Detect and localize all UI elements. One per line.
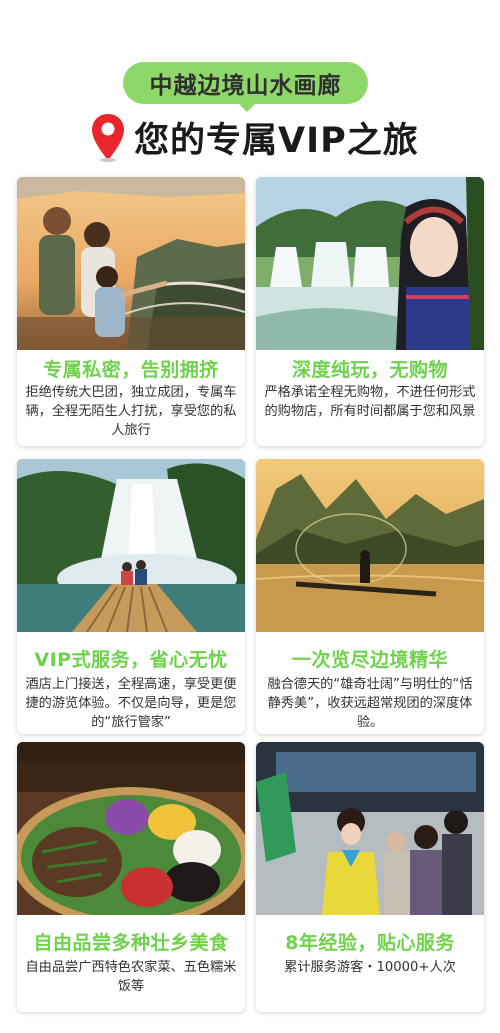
family-viewpoint-photo: [17, 177, 245, 350]
feature-card-no-shopping: 深度纯玩，无购物 严格承诺全程无购物，不进任何形式的购物店，所有时间都属于您和风…: [256, 177, 484, 446]
location-pin-icon: [92, 114, 124, 162]
karst-river-fisherman-photo: [256, 459, 484, 632]
bamboo-raft-waterfall-photo: [17, 459, 245, 632]
feature-card-experience: 8年经验，贴心服务 累计服务游客・10000+人次: [256, 742, 484, 1012]
tour-guide-group-photo: [256, 742, 484, 915]
card-description: 融合德天的“雄奇壮阔”与明仕的“恬静秀美”，收获远超常规团的深度体验。: [267, 677, 473, 730]
banner-label: 中越边境山水画廊: [123, 62, 368, 104]
card-description: 严格承诺全程无购物，不进任何形式的购物店，所有时间都属于您和风景: [264, 385, 476, 419]
card-title: 深度纯玩，无购物: [291, 359, 448, 381]
feature-card-private: 专属私密，告别拥挤 拒绝传统大巴团，独立成团，专属车辆，全程无陌生人打扰，享受您…: [17, 177, 245, 446]
card-title: 专属私密，告别拥挤: [43, 359, 219, 381]
card-description: 酒店上门接送，全程高速，享受更便捷的游览体验。不仅是向导，更是您的“旅行管家”: [25, 677, 237, 730]
card-description: 拒绝传统大巴团，独立成团，专属车辆，全程无陌生人打扰，享受您的私人旅行: [25, 385, 237, 438]
card-title: 8年经验，贴心服务: [285, 932, 455, 954]
feature-card-border-highlights: 一次览尽边境精华 融合德天的“雄奇壮阔”与明仕的“恬静秀美”，收获远超常规团的深…: [256, 459, 484, 734]
feature-card-vip-service: VIP式服务，省心无忧 酒店上门接送，全程高速，享受更便捷的游览体验。不仅是向导…: [17, 459, 245, 734]
waterfall-portrait-photo: [256, 177, 484, 350]
page-title: 您的专属VIP之旅: [134, 120, 419, 161]
title-row: 您的专属VIP之旅: [90, 112, 419, 162]
card-title: 自由品尝多种壮乡美食: [33, 932, 229, 954]
card-title: VIP式服务，省心无忧: [34, 649, 228, 671]
feature-card-local-food: 自由品尝多种壮乡美食 自由品尝广西特色农家菜、五色糯米饭等: [17, 742, 245, 1012]
card-description: 累计服务游客・10000+人次: [284, 960, 456, 975]
header: 中越边境山水画廊 您的专属VIP之旅: [0, 0, 500, 175]
five-color-rice-photo: [17, 742, 245, 915]
banner-tail: [237, 102, 257, 112]
card-description: 自由品尝广西特色农家菜、五色糯米饭等: [25, 960, 237, 994]
card-title: 一次览尽边境精华: [291, 649, 448, 671]
